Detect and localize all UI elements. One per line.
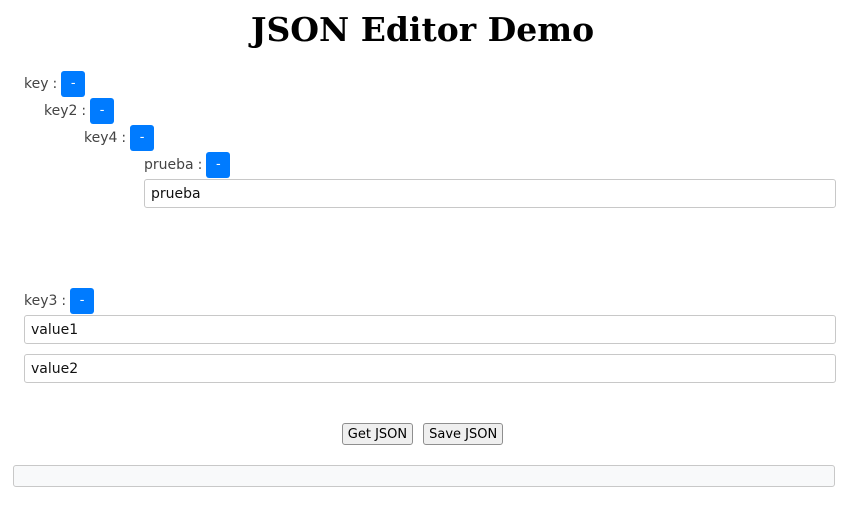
key-separator: : bbox=[52, 76, 58, 92]
json-editor-page: JSON Editor Demo key : - key2 : - key4 :… bbox=[0, 0, 853, 513]
remove-prueba-button[interactable]: - bbox=[206, 152, 231, 178]
save-json-button[interactable]: Save JSON bbox=[423, 423, 504, 445]
key2-label: key2 bbox=[44, 103, 78, 119]
key3-separator: : bbox=[61, 293, 67, 309]
prueba-label: prueba bbox=[144, 157, 194, 173]
json-output-area[interactable] bbox=[13, 465, 835, 487]
remove-key-button[interactable]: - bbox=[61, 71, 86, 97]
key-row-key4: key4 : - bbox=[84, 125, 155, 151]
key4-label: key4 bbox=[84, 130, 118, 146]
key3-label: key3 bbox=[24, 293, 58, 309]
prueba-separator: : bbox=[197, 157, 203, 173]
key3-value2-input[interactable] bbox=[24, 354, 836, 383]
key-row-key2: key2 : - bbox=[44, 98, 115, 124]
remove-key3-button[interactable]: - bbox=[70, 288, 95, 314]
key2-separator: : bbox=[81, 103, 87, 119]
page-title: JSON Editor Demo bbox=[250, 10, 595, 49]
key-row-key3: key3 : - bbox=[24, 288, 95, 314]
remove-key2-button[interactable]: - bbox=[90, 98, 115, 124]
key-row-prueba: prueba : - bbox=[144, 152, 231, 178]
key-label: key bbox=[24, 76, 49, 92]
action-bar: Get JSON Save JSON bbox=[0, 423, 845, 445]
remove-key4-button[interactable]: - bbox=[130, 125, 155, 151]
key4-separator: : bbox=[121, 130, 127, 146]
key-row-key: key : - bbox=[24, 71, 86, 97]
get-json-button[interactable]: Get JSON bbox=[341, 423, 414, 445]
key3-value1-input[interactable] bbox=[24, 315, 836, 344]
prueba-value-input[interactable] bbox=[144, 179, 836, 208]
